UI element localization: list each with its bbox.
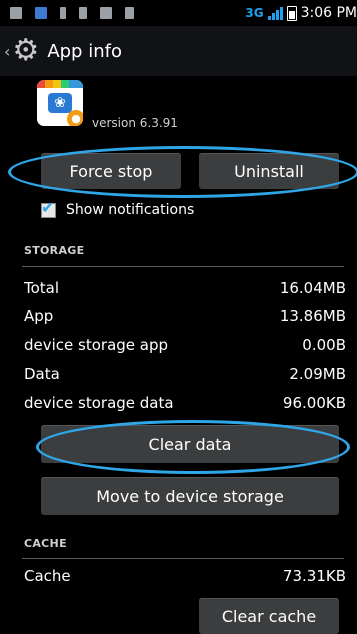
storage-value: 0.00B	[302, 336, 346, 354]
paw-icon: ❀	[48, 93, 72, 113]
storage-value: 96.00KB	[282, 394, 346, 412]
status-bar-system: 3G 3:06 PM	[245, 0, 357, 26]
settings-gear-icon[interactable]: ⚙	[12, 36, 39, 66]
usb-icon	[60, 7, 66, 19]
status-bar-notifications	[0, 7, 134, 19]
storage-divider	[22, 266, 344, 267]
cache-row: Cache 73.31KB	[24, 564, 346, 588]
status-bar: 3G 3:06 PM	[0, 0, 357, 26]
action-bar: ‹ ⚙ App info	[0, 26, 357, 76]
network-type: 3G	[245, 6, 264, 20]
storage-header: STORAGE	[24, 244, 85, 257]
sim-icon	[35, 7, 47, 19]
notification-icon	[79, 7, 87, 19]
app-version: version 6.3.91	[92, 116, 178, 130]
back-chevron-icon[interactable]: ‹	[4, 42, 10, 61]
cache-divider	[22, 558, 344, 559]
storage-label: Total	[24, 279, 60, 297]
show-notifications-label: Show notifications	[66, 202, 195, 218]
checkmark-icon: ✔	[41, 197, 55, 217]
cache-label: Cache	[24, 567, 71, 585]
move-to-device-storage-button[interactable]: Move to device storage	[41, 477, 339, 515]
uninstall-button[interactable]: Uninstall	[199, 153, 339, 189]
gallery-icon	[100, 7, 112, 19]
storage-row-data: Data 2.09MB	[24, 362, 346, 386]
show-notifications-row[interactable]: ✔ Show notifications	[41, 198, 195, 218]
clear-cache-button[interactable]: Clear cache	[199, 598, 339, 634]
signal-icon	[267, 6, 283, 20]
storage-value: 13.86MB	[279, 307, 346, 325]
storage-value: 2.09MB	[289, 365, 346, 383]
clock: 3:06 PM	[300, 5, 357, 21]
storage-row-app: App 13.86MB	[24, 304, 346, 328]
storage-value: 16.04MB	[279, 279, 346, 297]
badge-icon: ●	[67, 110, 83, 126]
cache-value: 73.31KB	[282, 567, 346, 585]
storage-row-device-data: device storage data 96.00KB	[24, 391, 346, 415]
force-stop-button[interactable]: Force stop	[41, 153, 181, 189]
storage-row-total: Total 16.04MB	[24, 276, 346, 300]
clear-data-button[interactable]: Clear data	[41, 425, 339, 463]
page-title: App info	[47, 40, 122, 62]
show-notifications-checkbox[interactable]: ✔	[41, 198, 56, 218]
storage-row-device-app: device storage app 0.00B	[24, 333, 346, 357]
cache-header: CACHE	[24, 537, 67, 550]
storage-label: Data	[24, 365, 60, 383]
storage-label: device storage data	[24, 394, 174, 412]
storage-icon	[125, 7, 134, 19]
app-icon: ❀ ●	[37, 80, 83, 126]
storage-label: App	[24, 307, 54, 325]
storage-label: device storage app	[24, 336, 169, 354]
battery-icon	[286, 5, 297, 21]
sms-icon	[10, 7, 22, 19]
